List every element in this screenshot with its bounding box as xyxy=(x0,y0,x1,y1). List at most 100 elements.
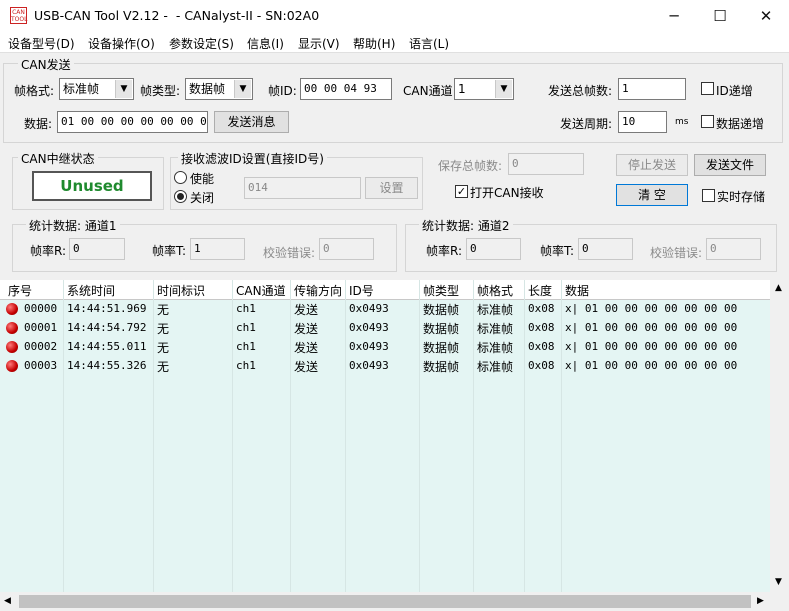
cell-length: 0x08 xyxy=(528,321,555,334)
cell-id: 0x0493 xyxy=(349,321,389,334)
filter-enable-label: 使能 xyxy=(190,172,215,186)
send-file-button[interactable]: 发送文件 xyxy=(694,154,766,176)
cell-timestamp: 无 xyxy=(157,341,170,355)
vertical-scrollbar[interactable]: ▲ ▼ xyxy=(770,280,789,592)
scroll-right-icon[interactable]: ▶ xyxy=(757,596,764,606)
column-header-frame-format[interactable]: 帧格式 xyxy=(477,282,513,299)
column-header-length[interactable]: 长度 xyxy=(528,282,552,299)
id-increment-checkbox[interactable] xyxy=(701,82,714,95)
table-row[interactable]: 00001 14:44:54.792 无 ch1 发送 0x0493 数据帧 标… xyxy=(0,318,770,337)
column-header-direction[interactable]: 传输方向 xyxy=(294,282,342,299)
app-icon: CAN TOOL xyxy=(10,7,28,24)
cell-frame-format: 标准帧 xyxy=(477,341,514,355)
stats-channel1-title: 统计数据: 通道1 xyxy=(26,217,120,234)
scroll-left-icon[interactable]: ◀ xyxy=(4,596,11,606)
cell-length: 0x08 xyxy=(528,340,555,353)
menu-bar: 设备型号(D) 设备操作(O) 参数设定(S) 信息(I) 显示(V) 帮助(H… xyxy=(0,32,789,53)
cell-frame-type: 数据帧 xyxy=(423,322,460,336)
cell-frame-type: 数据帧 xyxy=(423,360,460,374)
cell-length: 0x08 xyxy=(528,302,555,315)
column-header-can-channel[interactable]: CAN通道 xyxy=(236,282,286,299)
cell-system-time: 14:44:51.969 xyxy=(67,302,147,315)
message-status-icon xyxy=(6,341,18,353)
stats2-error-value: 0 xyxy=(706,238,761,260)
cell-system-time: 14:44:55.011 xyxy=(67,340,147,353)
cell-index: 00000 xyxy=(24,302,58,315)
menu-info[interactable]: 信息(I) xyxy=(247,35,284,52)
cell-frame-format: 标准帧 xyxy=(477,360,514,374)
stats1-error-value: 0 xyxy=(319,238,374,260)
table-header xyxy=(0,280,770,300)
cell-direction: 发送 xyxy=(294,322,319,336)
cell-frame-type: 数据帧 xyxy=(423,303,460,317)
table-row[interactable]: 00002 14:44:55.011 无 ch1 发送 0x0493 数据帧 标… xyxy=(0,337,770,356)
horizontal-scroll-thumb[interactable] xyxy=(19,595,751,608)
cell-id: 0x0493 xyxy=(349,302,389,315)
column-header-frame-type[interactable]: 帧类型 xyxy=(423,282,459,299)
column-header-system-time[interactable]: 系统时间 xyxy=(67,282,115,299)
filter-disable-radio[interactable] xyxy=(174,190,187,203)
frame-type-label: 帧类型: xyxy=(140,84,181,98)
frame-format-select[interactable]: 标准帧 ▼ xyxy=(59,78,134,100)
column-header-index[interactable]: 序号 xyxy=(8,282,32,299)
cell-data: x| 01 00 00 00 00 00 00 00 xyxy=(565,340,738,353)
data-input[interactable]: 01 00 00 00 00 00 00 00 xyxy=(57,111,208,133)
open-can-receive-checkbox[interactable]: ✓ xyxy=(455,185,468,198)
table-row[interactable]: 00000 14:44:51.969 无 ch1 发送 0x0493 数据帧 标… xyxy=(0,299,770,318)
menu-view[interactable]: 显示(V) xyxy=(298,35,340,52)
menu-device-model[interactable]: 设备型号(D) xyxy=(8,35,75,52)
menu-device-operation[interactable]: 设备操作(O) xyxy=(88,35,155,52)
frame-id-input[interactable]: 00 00 04 93 xyxy=(300,78,392,100)
scroll-up-icon[interactable]: ▲ xyxy=(775,283,782,293)
period-unit-label: ms xyxy=(675,117,689,127)
horizontal-scrollbar[interactable]: ◀ ▶ xyxy=(0,592,770,611)
menu-parameter-settings[interactable]: 参数设定(S) xyxy=(169,35,234,52)
stats2-tx-value: 0 xyxy=(578,238,633,260)
maximize-button[interactable]: ☐ xyxy=(697,0,743,32)
column-header-data[interactable]: 数据 xyxy=(565,282,589,299)
stats1-tx-label: 帧率T: xyxy=(152,244,187,258)
cell-direction: 发送 xyxy=(294,341,319,355)
send-period-input[interactable]: 10 xyxy=(618,111,667,133)
scroll-down-icon[interactable]: ▼ xyxy=(775,577,782,587)
total-frames-input[interactable]: 1 xyxy=(618,78,686,100)
data-increment-checkbox[interactable] xyxy=(701,115,714,128)
filter-title: 接收滤波ID设置(直接ID号) xyxy=(178,150,327,167)
menu-language[interactable]: 语言(L) xyxy=(409,35,449,52)
title-bar: CAN TOOL USB-CAN Tool V2.12 - - CANalyst-… xyxy=(0,0,789,32)
cell-system-time: 14:44:55.326 xyxy=(67,359,147,372)
frame-id-label: 帧ID: xyxy=(268,84,297,98)
stats1-tx-value: 1 xyxy=(190,238,245,260)
close-button[interactable]: ✕ xyxy=(743,0,789,32)
total-frames-label: 发送总帧数: xyxy=(548,84,613,98)
column-header-id[interactable]: ID号 xyxy=(349,282,374,299)
filter-set-button[interactable]: 设置 xyxy=(365,177,418,199)
cell-timestamp: 无 xyxy=(157,360,170,374)
column-header-timestamp[interactable]: 时间标识 xyxy=(157,282,205,299)
chevron-down-icon: ▼ xyxy=(234,80,251,98)
table-row[interactable]: 00003 14:44:55.326 无 ch1 发送 0x0493 数据帧 标… xyxy=(0,356,770,375)
stats-channel2-title: 统计数据: 通道2 xyxy=(419,217,513,234)
cell-timestamp: 无 xyxy=(157,303,170,317)
stop-send-button[interactable]: 停止发送 xyxy=(616,154,688,176)
cell-channel: ch1 xyxy=(236,302,256,315)
cell-id: 0x0493 xyxy=(349,340,389,353)
message-status-icon xyxy=(6,322,18,334)
send-message-button[interactable]: 发送消息 xyxy=(214,111,289,133)
can-channel-label: CAN通道: xyxy=(403,84,457,98)
filter-id-input[interactable]: 014 xyxy=(244,177,361,199)
can-channel-select[interactable]: 1 ▼ xyxy=(454,78,514,100)
minimize-button[interactable]: ─ xyxy=(651,0,697,32)
cell-timestamp: 无 xyxy=(157,322,170,336)
chevron-down-icon: ▼ xyxy=(495,80,512,98)
saved-total-label: 保存总帧数: xyxy=(438,159,503,173)
relay-status-title: CAN中继状态 xyxy=(18,150,98,167)
cell-index: 00002 xyxy=(24,340,58,353)
cell-data: x| 01 00 00 00 00 00 00 00 xyxy=(565,302,738,315)
clear-button[interactable]: 清 空 xyxy=(616,184,688,206)
frame-type-select[interactable]: 数据帧 ▼ xyxy=(185,78,253,100)
realtime-save-checkbox[interactable] xyxy=(702,189,715,202)
menu-help[interactable]: 帮助(H) xyxy=(353,35,395,52)
filter-enable-radio[interactable] xyxy=(174,171,187,184)
cell-system-time: 14:44:54.792 xyxy=(67,321,147,334)
